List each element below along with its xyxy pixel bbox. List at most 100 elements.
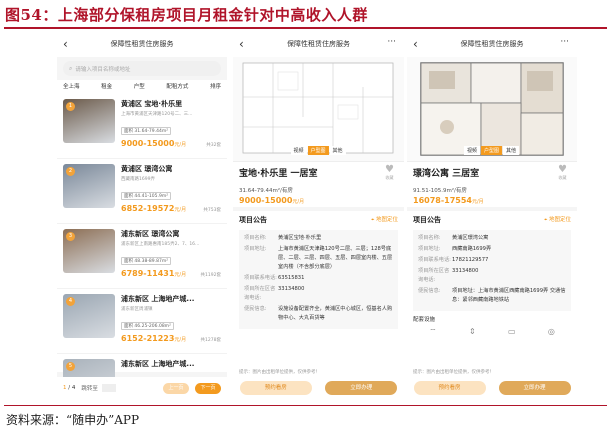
pager: 1 / 4 跳转至 上一页 下一页: [57, 377, 227, 399]
location-pin-icon: ⌖: [544, 217, 548, 223]
image-tip: 提示：图片由出租单位提供，仅供参考！: [239, 370, 320, 375]
listing-thumbnail: 2: [63, 164, 115, 208]
unit-count: 共753套: [203, 208, 221, 213]
filter-bar: 全上海 租金 户型 配租方式 排序: [57, 80, 227, 94]
notice-table: 项目名称: 黄浦区宝地·朴乐里 项目地址: 上海市黄浦区天津路120号二层、三层；12…: [239, 230, 398, 329]
listing-name: 浦东新区 璟湾公寓: [121, 230, 180, 238]
action-bar: 预约看房 立即办理: [233, 377, 404, 399]
listing-thumbnail: 1: [63, 99, 115, 143]
figure-title: 图54：上海部分保租房项目月租金针对中高收入人群: [5, 6, 368, 24]
notice-value: 项目地址：上海市黄浦区西藏南路1699弄 交通信息：紧邻西藏南路地铁站: [452, 288, 566, 303]
notice-key: 项目所在区咨询电话:: [244, 286, 276, 301]
facility-icons: ⌔ ⇕ ▭ ◎: [413, 327, 571, 337]
notice-value: 黄浦区璟湾公寓: [452, 235, 489, 241]
notice-key: 项目所在区咨询电话:: [418, 268, 450, 283]
furniture-icon: ▭: [507, 327, 516, 336]
jump-label: 跳转至: [81, 386, 98, 392]
listing-area: 31.64-79.44m²/有房: [239, 188, 293, 194]
notice-row: 项目地址: 西藏南路1699弄: [418, 245, 566, 254]
map-location-link[interactable]: ⌖ 地图定位: [544, 215, 571, 225]
notice-key: 项目地址:: [418, 246, 441, 252]
ellipsis-icon[interactable]: ···: [560, 37, 569, 47]
notice-row: 项目名称: 黄浦区璟湾公寓: [418, 234, 566, 243]
location-pin-icon: ⌖: [371, 217, 375, 223]
notice-row: 便民信息: 设施设备配置齐全，黄浦区中心城区，恒基名人购物中心、大丸百货等: [244, 305, 393, 323]
tab-floorplan[interactable]: 户型图: [307, 146, 329, 155]
listing-address: 上海市黄浦区天津路120号二、三...: [121, 112, 193, 117]
apply-now-button[interactable]: 立即办理: [325, 381, 398, 395]
facility-title: 配套设施: [413, 317, 436, 323]
listing-name: 宝地·朴乐里 一居室: [239, 169, 318, 179]
search-input[interactable]: ⌕ 请输入项目名称或地址: [63, 61, 221, 76]
notice-row: 项目联系电话: 63515831: [244, 274, 393, 283]
list-item[interactable]: 3 浦东新区 璟湾公寓 浦东新区上南路惠南185弄2、7、16... 面积 48.38…: [57, 224, 227, 289]
notice-title: 项目公告: [239, 216, 267, 224]
phone-list-screen: ‹ 保障性租赁住房服务 ⌕ 请输入项目名称或地址 全上海 租金 户型 配租方式 …: [57, 33, 227, 399]
book-viewing-button[interactable]: 预约看房: [239, 381, 312, 395]
jump-input[interactable]: [101, 384, 116, 392]
filter-region[interactable]: 全上海: [63, 82, 80, 90]
tab-video[interactable]: 视频: [290, 146, 307, 155]
media-tabs: 视频 户型图 其他: [463, 146, 520, 155]
listing-price: 9000-15000元/月: [239, 196, 305, 205]
filter-rent[interactable]: 租金: [101, 82, 112, 90]
favorite-label: 收藏: [385, 175, 394, 180]
app-title: 保障性租赁住房服务: [460, 40, 524, 48]
figure-source: 资料来源：“随申办”APP: [6, 413, 140, 427]
search-placeholder: 请输入项目名称或地址: [75, 66, 131, 73]
floorplan-image[interactable]: 视频 户型图 其他: [233, 57, 404, 162]
prev-page-button[interactable]: 上一页: [163, 382, 189, 394]
list-item[interactable]: 2 黄浦区 璟湾公寓 西藏南路1699弄 面积 44.41-105.9m² 6852-1…: [57, 159, 227, 224]
listing-address: 西藏南路1699弄: [121, 177, 155, 182]
notice-title: 项目公告: [413, 216, 441, 224]
notice-row: 项目联系电话: 17821129577: [418, 256, 566, 265]
action-bar: 预约看房 立即办理: [407, 377, 577, 399]
ellipsis-icon[interactable]: ···: [387, 37, 396, 47]
floorplan-image[interactable]: 视频 户型图 其他: [407, 57, 577, 162]
unit-count: 共1192套: [200, 273, 221, 278]
filter-layout[interactable]: 户型: [134, 82, 145, 90]
listing-list: 1 黄浦区 宝地·朴乐里上海市黄浦区天津路120号二、三... 面积 31.64-7…: [57, 94, 227, 399]
listing-area: 面积 31.64-79.44m²: [121, 127, 172, 135]
list-item[interactable]: 1 黄浦区 宝地·朴乐里上海市黄浦区天津路120号二、三... 面积 31.64-7…: [57, 94, 227, 159]
heart-icon: ♥: [385, 164, 394, 175]
notice-row: 项目所在区咨询电话: 33134800: [244, 285, 393, 303]
notice-value: 黄浦区宝地·朴乐里: [278, 235, 322, 241]
project-notice: 项目公告 ⌖ 地图定位 项目名称: 黄浦区宝地·朴乐里 项目地址: 上海市黄浦区天津路…: [233, 211, 404, 389]
list-item[interactable]: 4 浦东新区 上海地产城... 浦东新区周浦镇 面积 46.25-206.08m² 61…: [57, 289, 227, 354]
heart-icon: ♥: [558, 164, 567, 175]
notice-value: 33134800: [278, 286, 305, 292]
filter-allocation[interactable]: 配租方式: [166, 82, 188, 90]
wifi-icon: ⌔: [429, 327, 437, 336]
notice-row: 便民信息: 项目地址：上海市黄浦区西藏南路1699弄 交通信息：紧邻西藏南路地铁站: [418, 287, 566, 305]
listing-header: 宝地·朴乐里 一居室 31.64-79.44m²/有房 9000-15000元/…: [233, 162, 404, 207]
map-location-link[interactable]: ⌖ 地图定位: [371, 215, 398, 225]
notice-key: 便民信息:: [244, 306, 267, 312]
notice-key: 项目地址:: [244, 246, 267, 252]
tab-other[interactable]: 其他: [329, 146, 346, 155]
favorite-label: 收藏: [558, 175, 567, 180]
phone-detail-screen-1: ‹ 保障性租赁住房服务 ··· 视频 户型图 其他 宝地·朴乐里 一居室 31.…: [233, 33, 404, 399]
filter-sort[interactable]: 排序: [210, 82, 221, 90]
rank-badge: 4: [66, 297, 75, 306]
listing-address: 浦东新区上南路惠南185弄2、7、16...: [121, 242, 200, 247]
notice-value: 设施设备配置齐全，黄浦区中心城区，恒基名人购物中心、大丸百货等: [278, 306, 393, 321]
elevator-icon: ⇕: [468, 327, 476, 336]
nav-bar: ‹ 保障性租赁住房服务 ···: [407, 33, 577, 57]
favorite-button[interactable]: ♥ 收藏: [558, 164, 567, 181]
favorite-button[interactable]: ♥ 收藏: [385, 164, 394, 181]
tab-video[interactable]: 视频: [463, 146, 480, 155]
notice-key: 项目名称:: [418, 235, 441, 241]
tab-other[interactable]: 其他: [503, 146, 520, 155]
project-notice: 项目公告 ⌖ 地图定位 项目名称: 黄浦区璟湾公寓 项目地址: 西藏南路1699弄 项目…: [407, 211, 577, 389]
tab-floorplan[interactable]: 户型图: [480, 146, 503, 155]
next-page-button[interactable]: 下一页: [195, 382, 221, 394]
rank-badge: 2: [66, 167, 75, 176]
apply-now-button[interactable]: 立即办理: [498, 381, 571, 395]
image-tip: 提示：图片由出租单位提供，仅供参考！: [413, 370, 494, 375]
listing-name: 黄浦区 宝地·朴乐里: [121, 100, 183, 108]
book-viewing-button[interactable]: 预约看房: [413, 381, 486, 395]
unit-count: 共1278套: [200, 338, 221, 343]
listing-header: 璟湾公寓 三居室 91.51-105.9m²/有房 16078-17554元/月…: [407, 162, 577, 207]
source-rule: [4, 405, 607, 406]
